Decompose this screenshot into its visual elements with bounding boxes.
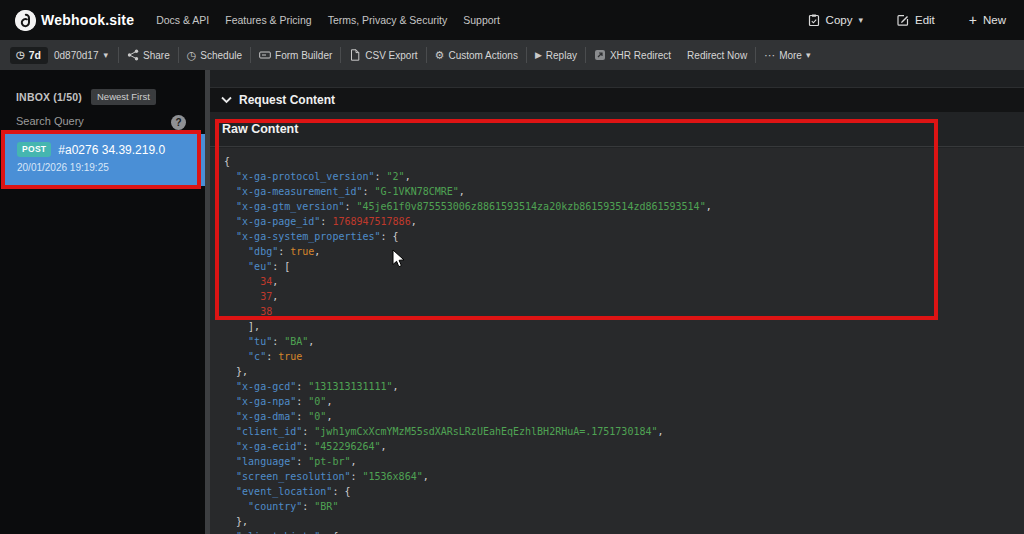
raw-content-panel: Raw Content { "x-ga-protocol_version": "… xyxy=(210,112,1024,534)
share-icon xyxy=(127,49,139,61)
nav-links: Docs & API Features & Pricing Terms, Pri… xyxy=(156,14,500,26)
schedule-button[interactable]: ◷ Schedule xyxy=(179,49,250,62)
more-label: More xyxy=(779,50,802,61)
share-label: Share xyxy=(143,50,170,61)
request-content-title: Request Content xyxy=(239,93,335,107)
main-content: Request Content Raw Content { "x-ga-prot… xyxy=(210,70,1024,534)
redirect-now-label: Redirect Now xyxy=(687,50,747,61)
schedule-label: Schedule xyxy=(200,50,242,61)
clipboard-icon xyxy=(808,14,820,26)
chevron-down-icon: ▾ xyxy=(806,50,811,60)
clock-icon: ◷ xyxy=(187,49,197,62)
clock-icon: ◷ xyxy=(16,49,25,60)
search-input[interactable] xyxy=(16,113,161,132)
edit-button[interactable]: Edit xyxy=(897,14,935,26)
mouse-cursor xyxy=(392,249,406,269)
redirect-now-button[interactable]: Redirect Now xyxy=(679,50,755,61)
chevron-down-icon: ▾ xyxy=(858,15,863,25)
xhr-redirect-label: XHR Redirect xyxy=(610,50,671,61)
code-area[interactable]: { "x-ga-protocol_version": "2", "x-ga-me… xyxy=(210,148,1024,534)
inbox-sidebar: INBOX (1/50) Newest First ? POST #a0276 … xyxy=(0,70,210,534)
token-id: 0d870d17 xyxy=(54,50,99,61)
retention-label: 7d xyxy=(29,49,41,61)
chevron-down-icon xyxy=(221,96,232,104)
xhr-redirect-button[interactable]: XHR Redirect xyxy=(586,49,679,61)
form-builder-icon xyxy=(259,49,271,61)
request-content-header[interactable]: Request Content xyxy=(210,87,1024,112)
custom-actions-button[interactable]: ⚙ Custom Actions xyxy=(427,49,526,62)
brand-title[interactable]: Webhook.site xyxy=(41,12,134,28)
raw-content-title: Raw Content xyxy=(222,122,298,136)
custom-actions-label: Custom Actions xyxy=(448,50,517,61)
new-button[interactable]: + New xyxy=(969,12,1006,28)
inbox-label: INBOX (1/50) xyxy=(16,91,82,103)
raw-json: { "x-ga-protocol_version": "2", "x-ga-me… xyxy=(210,148,1024,534)
request-id: #a0276 34.39.219.0 xyxy=(58,143,165,157)
help-icon[interactable]: ? xyxy=(171,115,186,130)
more-button[interactable]: ⋯ More ▾ xyxy=(756,49,818,62)
method-badge: POST xyxy=(17,142,51,157)
nav-link-terms[interactable]: Terms, Privacy & Security xyxy=(328,14,448,26)
form-builder-button[interactable]: Form Builder xyxy=(251,49,340,61)
gear-icon: ⚙ xyxy=(435,49,445,62)
edit-label: Edit xyxy=(915,14,935,26)
request-list-item[interactable]: POST #a0276 34.39.219.0 20/01/2026 19:19… xyxy=(3,134,205,186)
top-navbar: Webhook.site Docs & API Features & Prici… xyxy=(0,0,1024,40)
edit-icon xyxy=(897,14,909,26)
share-button[interactable]: Share xyxy=(119,49,178,61)
sort-order-badge[interactable]: Newest First xyxy=(91,89,156,105)
copy-label: Copy xyxy=(826,14,853,26)
plus-icon: + xyxy=(969,12,977,28)
chevron-down-icon: ▾ xyxy=(104,50,109,60)
xhr-redirect-icon xyxy=(594,49,606,61)
replay-button[interactable]: ▶ Replay xyxy=(527,50,585,61)
nav-link-support[interactable]: Support xyxy=(463,14,500,26)
raw-content-header: Raw Content xyxy=(210,112,1024,147)
form-builder-label: Form Builder xyxy=(275,50,332,61)
action-toolbar: ◷ 7d 0d870d17 ▾ Share ◷ Schedule Form Bu… xyxy=(0,40,1024,70)
request-timestamp: 20/01/2026 19:19:25 xyxy=(17,162,205,173)
ellipsis-icon: ⋯ xyxy=(764,49,775,62)
copy-button[interactable]: Copy ▾ xyxy=(808,14,863,26)
csv-export-button[interactable]: CSV Export xyxy=(341,49,425,61)
play-icon: ▶ xyxy=(535,50,542,60)
replay-label: Replay xyxy=(546,50,577,61)
token-dropdown[interactable]: 0d870d17 ▾ xyxy=(54,50,108,61)
file-icon xyxy=(349,49,361,61)
nav-link-features[interactable]: Features & Pricing xyxy=(225,14,311,26)
retention-badge[interactable]: ◷ 7d xyxy=(10,47,48,64)
nav-link-docs[interactable]: Docs & API xyxy=(156,14,209,26)
webhook-logo-icon xyxy=(15,10,36,31)
csv-export-label: CSV Export xyxy=(365,50,417,61)
new-label: New xyxy=(983,14,1006,26)
